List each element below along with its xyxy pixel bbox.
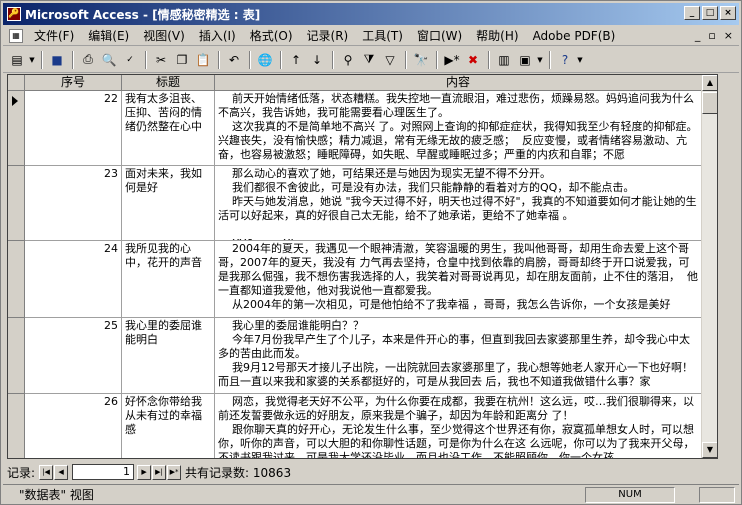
status-text: "数据表" 视图 <box>19 488 94 502</box>
table-row-content[interactable]: 2004年的夏天，我遇见一个眼神清澈，笑容温暖的男生，我叫他哥哥，却用生命去爱上… <box>215 241 702 318</box>
window-title: Microsoft Access - [情感秘密精选 : 表] <box>25 7 261 22</box>
filter-by-form-icon[interactable]: ⧩ <box>359 50 379 70</box>
vertical-scrollbar[interactable]: ▲ ▼ <box>701 75 717 458</box>
record-count: 共有记录数: 10863 <box>185 465 292 480</box>
access-key-icon: 🔑 <box>7 7 21 21</box>
table-row-content[interactable]: 前天开始情绪低落，状态糟糕。我失控地一直流眼泪，难过悲伤，烦躁易怒。妈妈追问我为… <box>215 91 702 166</box>
last-record-icon[interactable]: ▶| <box>152 464 167 480</box>
toolbar: ▤ ▼ ■ ⎙ 🔍 ✓ ✂ ❐ 📋 ↶ 🌐 ↑ ↓ ⚲ ⧩ ▽ 🔭 ▶* ✖ ▥… <box>3 47 739 73</box>
scroll-thumb[interactable] <box>702 92 717 114</box>
row-selector[interactable] <box>8 241 25 318</box>
filter-by-selection-icon[interactable]: ⚲ <box>338 50 358 70</box>
access-window: 🔑 Microsoft Access - [情感秘密精选 : 表] _ □ × … <box>0 0 742 505</box>
delete-record-icon[interactable]: ✖ <box>463 50 483 70</box>
table-row-id[interactable]: 25 <box>25 318 122 394</box>
print-preview-icon[interactable]: 🔍 <box>99 50 119 70</box>
first-record-icon[interactable]: |◀ <box>39 464 54 480</box>
mdi-restore-icon[interactable]: ▫ <box>708 29 715 42</box>
help-icon[interactable]: ? <box>555 50 575 70</box>
menu-adobe-pdf[interactable]: Adobe PDF(B) <box>526 29 623 43</box>
menu-view[interactable]: 视图(V) <box>136 27 192 44</box>
menu-window[interactable]: 窗口(W) <box>410 27 469 44</box>
status-bar: "数据表" 视图 NUM <box>3 484 739 504</box>
close-button[interactable]: × <box>720 6 736 20</box>
view-icon[interactable]: ▤ <box>7 50 27 70</box>
table-row-title[interactable]: 我所见我的心中，花开的声音 <box>122 241 215 318</box>
column-header-id[interactable]: 序号 <box>25 75 122 91</box>
find-icon[interactable]: 🔭 <box>411 50 431 70</box>
record-number-input[interactable]: 1 <box>72 464 135 480</box>
apply-filter-icon[interactable]: ▽ <box>380 50 400 70</box>
database-window-icon[interactable]: ▥ <box>494 50 514 70</box>
row-selector[interactable] <box>8 394 25 458</box>
menu-edit[interactable]: 编辑(E) <box>81 27 136 44</box>
record-label: 记录: <box>7 465 36 480</box>
new-object-dropdown-icon[interactable]: ▼ <box>536 50 544 70</box>
table-row-title[interactable]: 我心里的委屈谁能明白 <box>122 318 215 394</box>
title-bar: 🔑 Microsoft Access - [情感秘密精选 : 表] _ □ × <box>3 3 739 25</box>
column-header-title[interactable]: 标题 <box>122 75 215 91</box>
sort-ascending-icon[interactable]: ↑ <box>286 50 306 70</box>
table-doc-icon[interactable]: ▦ <box>9 28 23 43</box>
menu-records[interactable]: 记录(R) <box>300 27 356 44</box>
new-record-nav-icon[interactable]: ▶* <box>167 464 182 480</box>
table-row-content[interactable]: 我心里的委屈谁能明白？？ 今年7月份我早产生了个儿子，本来是件开心的事，但直到我… <box>215 318 702 394</box>
maximize-button[interactable]: □ <box>702 6 718 20</box>
menu-help[interactable]: 帮助(H) <box>469 27 525 44</box>
toolbar-options-icon[interactable]: ▼ <box>576 50 584 70</box>
current-record-arrow-icon <box>12 96 18 106</box>
menu-bar: ▦ 文件(F) 编辑(E) 视图(V) 插入(I) 格式(O) 记录(R) 工具… <box>3 26 739 46</box>
table-row-title[interactable]: 我有太多沮丧、压抑、苦闷的情绪仍然整在心中 <box>122 91 215 166</box>
table-row-content[interactable]: 那么动心的喜欢了她，可结果还是与她因为现实无望不得不分开。 我们都很不舍彼此，可… <box>215 166 702 241</box>
num-lock-indicator: NUM <box>585 486 675 503</box>
row-selector[interactable] <box>8 91 25 166</box>
mdi-minimize-icon[interactable]: _ <box>695 29 701 42</box>
table-row-title[interactable]: 面对未来，我如何是好 <box>122 166 215 241</box>
print-icon[interactable]: ⎙ <box>78 50 98 70</box>
menu-file[interactable]: 文件(F) <box>27 27 81 44</box>
menu-format[interactable]: 格式(O) <box>243 27 300 44</box>
table-row-id[interactable]: 26 <box>25 394 122 458</box>
table-row-content[interactable]: 网恋，我觉得老天好不公平，为什么你要在成都，我要在杭州！这么远，哎…我们很聊得来… <box>215 394 702 458</box>
minimize-button[interactable]: _ <box>684 6 700 20</box>
spelling-icon[interactable]: ✓ <box>120 50 140 70</box>
previous-record-icon[interactable]: ◀ <box>54 464 69 480</box>
undo-icon[interactable]: ↶ <box>224 50 244 70</box>
menu-tools[interactable]: 工具(T) <box>355 27 410 44</box>
table-row-id[interactable]: 24 <box>25 241 122 318</box>
new-record-icon[interactable]: ▶* <box>442 50 462 70</box>
save-icon[interactable]: ■ <box>47 50 67 70</box>
scroll-down-icon[interactable]: ▼ <box>702 442 717 458</box>
row-selector[interactable] <box>8 318 25 394</box>
datasheet-grid: 序号 标题 内容 22 我有太多沮丧、压抑、苦闷的情绪仍然整在心中 前天开始情绪… <box>7 74 718 459</box>
table-row-id[interactable]: 22 <box>25 91 122 166</box>
paste-icon[interactable]: 📋 <box>193 50 213 70</box>
insert-hyperlink-icon[interactable]: 🌐 <box>255 50 275 70</box>
cut-icon[interactable]: ✂ <box>151 50 171 70</box>
table-row-id[interactable]: 23 <box>25 166 122 241</box>
row-selector-header[interactable] <box>8 75 25 91</box>
sort-descending-icon[interactable]: ↓ <box>307 50 327 70</box>
scroll-up-icon[interactable]: ▲ <box>702 75 717 91</box>
mdi-close-icon[interactable]: × <box>724 29 733 42</box>
new-object-icon[interactable]: ▣ <box>515 50 535 70</box>
view-dropdown-icon[interactable]: ▼ <box>28 50 36 70</box>
menu-insert[interactable]: 插入(I) <box>192 27 243 44</box>
copy-icon[interactable]: ❐ <box>172 50 192 70</box>
record-navigation: 记录: |◀ ◀ 1 ▶ ▶| ▶* 共有记录数: 10863 <box>7 463 718 481</box>
table-row-title[interactable]: 好怀念你带给我从未有过的幸福感 <box>122 394 215 458</box>
column-header-content[interactable]: 内容 <box>215 75 702 91</box>
next-record-icon[interactable]: ▶ <box>137 464 152 480</box>
row-selector[interactable] <box>8 166 25 241</box>
